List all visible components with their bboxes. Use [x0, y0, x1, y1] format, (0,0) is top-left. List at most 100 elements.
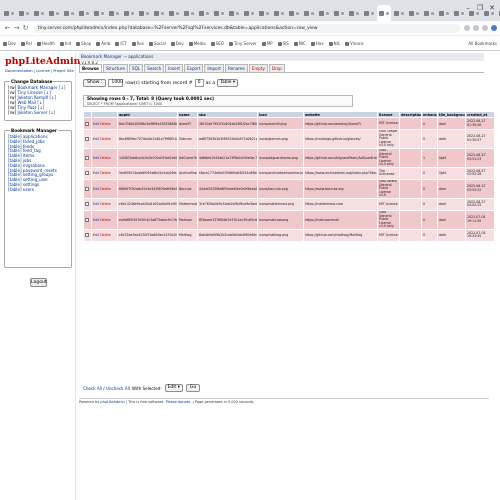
- bookmark-folder[interactable]: Pal: [20, 41, 32, 46]
- tab-insert[interactable]: Insert: [165, 64, 183, 72]
- tab-search[interactable]: Search: [144, 64, 165, 72]
- browser-tab[interactable]: [2, 5, 16, 21]
- documentation-link[interactable]: Documentation: [5, 69, 33, 73]
- delete-row-link[interactable]: Delete: [100, 171, 110, 175]
- close-tab-icon[interactable]: [401, 11, 404, 15]
- browser-tab[interactable]: [302, 5, 316, 21]
- database-download-link[interactable]: [↓]: [49, 110, 56, 115]
- uncheck-all-link[interactable]: Uncheck All: [106, 386, 130, 391]
- tab-rename[interactable]: Rename: [224, 64, 248, 72]
- browser-tab[interactable]: [227, 5, 241, 21]
- bookmark-folder[interactable]: Amb: [96, 41, 110, 46]
- go-button[interactable]: Go: [185, 384, 201, 392]
- table-link[interactable]: [table] users: [8, 187, 34, 192]
- browser-tab[interactable]: [422, 5, 436, 21]
- browser-tab[interactable]: [137, 5, 151, 21]
- breadcrumb-table-link[interactable]: applications: [128, 54, 153, 59]
- close-tab-icon[interactable]: [341, 11, 344, 15]
- edit-row-link[interactable]: Edit: [93, 122, 99, 126]
- browser-tab[interactable]: [332, 5, 346, 21]
- close-tab-icon[interactable]: [236, 11, 239, 15]
- extension-icon[interactable]: [482, 25, 488, 31]
- edit-row-link[interactable]: Edit: [93, 156, 99, 160]
- close-tab-icon[interactable]: [26, 11, 29, 15]
- close-tab-icon[interactable]: [11, 11, 14, 15]
- browser-tab[interactable]: [242, 5, 256, 21]
- bookmark-folder[interactable]: Social: [148, 41, 166, 46]
- browser-tab[interactable]: [377, 5, 391, 21]
- delete-row-link[interactable]: Delete: [100, 202, 110, 206]
- close-window-button[interactable]: ✕: [486, 3, 498, 13]
- close-tab-icon[interactable]: [326, 11, 329, 15]
- profile-icon[interactable]: [491, 25, 497, 31]
- close-tab-icon[interactable]: [176, 11, 179, 15]
- row-checkbox[interactable]: [85, 155, 89, 160]
- edit-row-link[interactable]: Edit: [93, 218, 99, 222]
- reload-icon[interactable]: ↻: [21, 23, 30, 33]
- browser-tab[interactable]: [167, 5, 181, 21]
- bookmark-folder[interactable]: Vinace: [345, 41, 363, 46]
- browser-tab[interactable]: [107, 5, 121, 21]
- bookmark-folder[interactable]: Hax: [310, 41, 324, 46]
- tab-structure[interactable]: Structure: [102, 64, 128, 72]
- edit-row-link[interactable]: Edit: [93, 137, 99, 141]
- bookmark-folder[interactable]: MP: [261, 41, 273, 46]
- browser-tab[interactable]: [77, 5, 91, 21]
- browser-tab[interactable]: [17, 5, 31, 21]
- bookmark-folder[interactable]: SIS: [277, 41, 289, 46]
- bookmark-folder[interactable]: NIL: [328, 41, 340, 46]
- license-link[interactable]: License: [36, 69, 50, 73]
- bookmark-folder[interactable]: Tiny Server: [228, 41, 257, 46]
- close-tab-icon[interactable]: [206, 11, 209, 15]
- footer-donate-link[interactable]: Please donate.: [166, 400, 192, 404]
- close-tab-icon[interactable]: [116, 11, 119, 15]
- breadcrumb-database-link[interactable]: Bookmark Manager: [81, 54, 122, 59]
- close-tab-icon[interactable]: [161, 11, 164, 15]
- delete-row-link[interactable]: Delete: [100, 218, 110, 222]
- browser-tab[interactable]: [272, 5, 286, 21]
- close-tab-icon[interactable]: [386, 11, 389, 15]
- close-tab-icon[interactable]: [431, 11, 434, 15]
- close-tab-icon[interactable]: [71, 11, 74, 15]
- delete-row-link[interactable]: Delete: [100, 156, 110, 160]
- browser-tab[interactable]: [62, 5, 76, 21]
- delete-row-link[interactable]: Delete: [100, 187, 110, 191]
- minimize-button[interactable]: –: [462, 3, 474, 13]
- close-tab-icon[interactable]: [191, 11, 194, 15]
- logout-button[interactable]: Logout: [30, 278, 47, 287]
- bookmark-folder[interactable]: Res: [131, 41, 144, 46]
- bookmark-folder[interactable]: Shop: [76, 41, 91, 46]
- close-tab-icon[interactable]: [371, 11, 374, 15]
- tab-drop[interactable]: Drop: [268, 64, 285, 72]
- bookmark-folder[interactable]: SEO: [210, 41, 224, 46]
- close-tab-icon[interactable]: [101, 11, 104, 15]
- bookmark-folder[interactable]: Ind: [59, 41, 71, 46]
- browser-tab[interactable]: [362, 5, 376, 21]
- close-tab-icon[interactable]: [446, 11, 449, 15]
- database-link[interactable]: Joketon Server: [18, 110, 48, 115]
- browser-tab[interactable]: [347, 5, 361, 21]
- url-bar[interactable]: tiny.server.com/phpliteadmin/index.php?d…: [34, 23, 460, 33]
- close-tab-icon[interactable]: [251, 11, 254, 15]
- row-checkbox[interactable]: [85, 121, 89, 126]
- browser-tab[interactable]: [392, 5, 406, 21]
- browser-tab[interactable]: [122, 5, 136, 21]
- row-checkbox[interactable]: [85, 136, 89, 141]
- bookmark-folder[interactable]: Dev: [170, 41, 184, 46]
- start-record-input[interactable]: 0: [194, 79, 204, 87]
- edit-row-link[interactable]: Edit: [93, 233, 99, 237]
- close-tab-icon[interactable]: [86, 11, 89, 15]
- database-download-link[interactable]: [↓]: [59, 85, 66, 90]
- tab-export[interactable]: Export: [183, 64, 204, 72]
- row-checkbox[interactable]: [85, 217, 89, 222]
- view-mode-select[interactable]: Table ▾: [217, 79, 239, 87]
- database-download-link[interactable]: [↓]: [49, 95, 56, 100]
- delete-row-link[interactable]: Delete: [100, 122, 110, 126]
- forward-icon[interactable]: →: [12, 23, 21, 33]
- maximize-button[interactable]: ❐: [474, 3, 486, 13]
- delete-row-link[interactable]: Delete: [100, 233, 110, 237]
- row-checkbox[interactable]: [85, 233, 89, 238]
- close-tab-icon[interactable]: [296, 11, 299, 15]
- close-tab-icon[interactable]: [41, 11, 44, 15]
- browser-tab[interactable]: [182, 5, 196, 21]
